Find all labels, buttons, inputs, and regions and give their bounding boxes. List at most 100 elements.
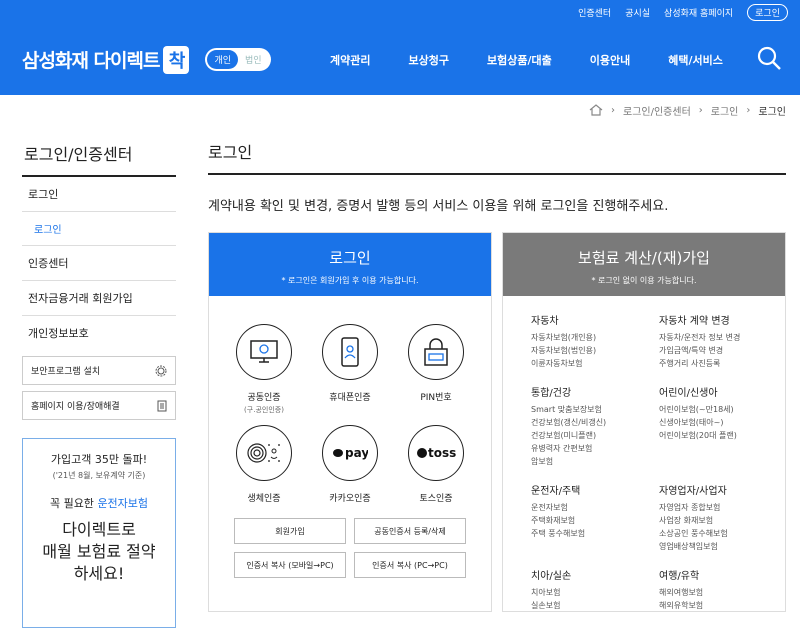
- search-icon[interactable]: [756, 45, 782, 71]
- insurance-link[interactable]: 유병력자 간편보험: [531, 442, 659, 455]
- menu-contract[interactable]: 계약관리: [330, 52, 370, 68]
- sidebar-item-signup[interactable]: 전자금융거래 회원가입: [22, 281, 176, 316]
- certificate-icon: [236, 324, 292, 380]
- utility-bar: 인증센터 공시실 삼성화재 홈페이지 로그인: [0, 0, 800, 24]
- insurance-link[interactable]: 신생아보험(태아~): [659, 416, 787, 429]
- security-program-label: 보안프로그램 설치: [31, 367, 101, 377]
- insurance-link[interactable]: 주택화재보험: [531, 514, 659, 527]
- insurance-link[interactable]: 사업장 화재보험: [659, 514, 787, 527]
- auth-label: 생체인증: [247, 494, 281, 504]
- insurance-link[interactable]: 주행거리 사진등록: [659, 357, 787, 370]
- menu-products[interactable]: 보험상품/대출: [487, 52, 552, 68]
- insurance-link[interactable]: 이륜자동차보험: [531, 357, 659, 370]
- insurance-link[interactable]: 소상공인 풍수해보험: [659, 527, 787, 540]
- insurance-link[interactable]: 주택 풍수해보험: [531, 527, 659, 540]
- insurance-link[interactable]: 자동차보험(개인용): [531, 331, 659, 344]
- util-link-homepage[interactable]: 삼성화재 홈페이지: [664, 6, 733, 19]
- auth-biometric[interactable]: 생체인증: [221, 425, 307, 504]
- insurance-group: 자영업자/사업자 자영업자 종합보험 사업장 화재보험 소상공인 풍수해보험 영업배상책…: [659, 482, 787, 553]
- insurance-group-title: 자동차 계약 변경: [659, 316, 730, 327]
- insurance-link[interactable]: 해외여행보험: [659, 586, 787, 599]
- insurance-group-title: 자동차: [531, 316, 559, 327]
- cert-copy-mobile-button[interactable]: 인증서 복사 (모바일→PC): [234, 552, 346, 578]
- help-button[interactable]: 홈페이지 이용/장애해결: [22, 391, 176, 420]
- insurance-link[interactable]: 어린이보험(~만18세): [659, 403, 787, 416]
- main-content: 로그인 계약내용 확인 및 변경, 증명서 발행 등의 서비스 이용을 위해 로…: [208, 135, 786, 612]
- insurance-link[interactable]: 운전자보험: [531, 501, 659, 514]
- insurance-group-title: 통합/건강: [531, 388, 572, 399]
- cert-copy-pc-button[interactable]: 인증서 복사 (PC→PC): [354, 552, 466, 578]
- security-program-button[interactable]: 보안프로그램 설치: [22, 356, 176, 385]
- toss-icon: toss: [408, 425, 464, 481]
- calc-panel-title: 보험료 계산/(재)가입: [578, 249, 710, 267]
- insurance-link[interactable]: 어린이보험(20대 플랜): [659, 429, 787, 442]
- logo[interactable]: 삼성화재 다이렉트 착: [22, 45, 190, 74]
- auth-label: 공동인증: [247, 393, 281, 403]
- panels: 로그인 * 로그인은 회원가입 후 이용 가능합니다. 공동인증 (구.공인인증…: [208, 232, 786, 612]
- insurance-group-title: 여행/유학: [659, 571, 700, 582]
- kakao-pay-text: pay: [345, 446, 368, 460]
- promo-line: 꼭 필요한 운전자보험: [23, 495, 175, 511]
- insurance-link[interactable]: 건강보험(갱신/비갱신): [531, 416, 659, 429]
- insurance-link[interactable]: 가입금액/특약 변경: [659, 344, 787, 357]
- sidebar: 로그인/인증센터 로그인 로그인 인증센터 전자금융거래 회원가입 개인정보보호…: [22, 135, 176, 628]
- promo-headline: 가입고객 35만 돌파!: [50, 453, 148, 466]
- toggle-corporate[interactable]: 법인: [238, 50, 269, 69]
- main-menu: 계약관리 보상청구 보험상품/대출 이용안내 혜택/서비스: [330, 52, 723, 68]
- cert-manage-button[interactable]: 공동인증서 등록/삭제: [354, 518, 466, 544]
- auth-pin[interactable]: PIN번호: [393, 324, 479, 415]
- breadcrumb: › 로그인/인증센터 › 로그인 › 로그인: [0, 95, 800, 125]
- calc-panel-note: * 로그인 없이 이용 가능합니다.: [591, 276, 697, 285]
- toggle-personal[interactable]: 개인: [207, 50, 239, 69]
- fingerprint-icon: [236, 425, 292, 481]
- auth-label: PIN번호: [420, 393, 452, 403]
- insurance-link[interactable]: 실손보험: [531, 599, 659, 612]
- login-panel-header: 로그인 * 로그인은 회원가입 후 이용 가능합니다.: [209, 233, 491, 296]
- insurance-link[interactable]: 암보험: [531, 455, 659, 468]
- promo-main-line: 하세요!: [73, 564, 125, 583]
- sidebar-item-auth-center[interactable]: 인증센터: [22, 246, 176, 281]
- customer-type-toggle[interactable]: 개인 법인: [205, 48, 271, 71]
- breadcrumb-current: 로그인: [758, 106, 786, 118]
- breadcrumb-item[interactable]: 로그인/인증센터: [623, 103, 691, 118]
- insurance-link[interactable]: 영업배상책임보험: [659, 540, 787, 553]
- home-icon[interactable]: [589, 104, 603, 116]
- sidebar-subitem-login[interactable]: 로그인: [22, 212, 176, 246]
- auth-kakao[interactable]: pay 카카오인증: [307, 425, 393, 504]
- signup-button[interactable]: 회원가입: [234, 518, 346, 544]
- chevron-right-icon: ›: [611, 104, 615, 116]
- menu-guide[interactable]: 이용안내: [590, 52, 630, 68]
- insurance-link[interactable]: 자동차/운전자 정보 변경: [659, 331, 787, 344]
- insurance-group: 어린이/신생아어린이보험(~만18세) 신생아보험(태아~) 어린이보험(20대 플…: [659, 384, 787, 468]
- util-login-button[interactable]: 로그인: [747, 3, 788, 21]
- insurance-link[interactable]: 해외유학보험: [659, 599, 787, 612]
- calc-panel: 보험료 계산/(재)가입 * 로그인 없이 이용 가능합니다. 자동차자동차보험…: [502, 232, 786, 612]
- sidebar-item-login[interactable]: 로그인: [22, 177, 176, 212]
- util-link-auth[interactable]: 인증센터: [578, 6, 611, 19]
- auth-toss[interactable]: toss 토스인증: [393, 425, 479, 504]
- insurance-link[interactable]: 자영업자 종합보험: [659, 501, 787, 514]
- auth-phone[interactable]: 휴대폰인증: [307, 324, 393, 415]
- sidebar-item-privacy[interactable]: 개인정보보호: [22, 316, 176, 350]
- logo-text: 삼성화재 다이렉트: [22, 50, 160, 72]
- insurance-link[interactable]: 자동차보험(법인용): [531, 344, 659, 357]
- util-link-disclosure[interactable]: 공시실: [625, 6, 650, 19]
- login-actions: 회원가입 공동인증서 등록/삭제 인증서 복사 (모바일→PC) 인증서 복사 …: [209, 518, 491, 578]
- promo-text: 꼭 필요한: [49, 497, 98, 510]
- menu-claim[interactable]: 보상청구: [408, 52, 448, 68]
- auth-joint-cert[interactable]: 공동인증 (구.공인인증): [221, 324, 307, 415]
- insurance-link[interactable]: Smart 맞춤보장보험: [531, 403, 659, 416]
- insurance-link[interactable]: 건강보험(미니플랜): [531, 429, 659, 442]
- insurance-group-title: 어린이/신생아: [659, 388, 718, 399]
- menu-benefits[interactable]: 혜택/서비스: [668, 52, 723, 68]
- insurance-group-title: 운전자/주택: [531, 486, 581, 497]
- insurance-group: 통합/건강 Smart 맞춤보장보험 건강보험(갱신/비갱신) 건강보험(미니플랜) 유…: [531, 384, 659, 468]
- insurance-group: 자동차자동차보험(개인용) 자동차보험(법인용) 이륜자동차보험: [531, 312, 659, 370]
- insurance-group: 치아/실손 치아보험 실손보험: [531, 567, 659, 612]
- login-panel-note: * 로그인은 회원가입 후 이용 가능합니다.: [281, 276, 419, 285]
- insurance-link[interactable]: 치아보험: [531, 586, 659, 599]
- toss-text: toss: [428, 446, 456, 460]
- breadcrumb-item[interactable]: 로그인: [711, 103, 739, 118]
- page-description: 계약내용 확인 및 변경, 증명서 발행 등의 서비스 이용을 위해 로그인을 …: [208, 199, 669, 214]
- promo-banner[interactable]: 가입고객 35만 돌파! ('21년 8월, 보유계약 기준) 꼭 필요한 운전…: [22, 438, 176, 628]
